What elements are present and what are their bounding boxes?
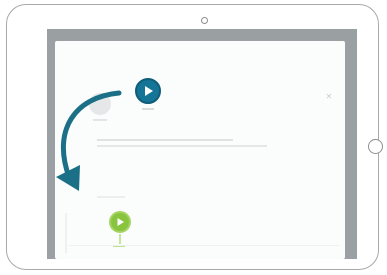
status-bar [47,29,357,39]
tutorial-canvas: ✕ [0,0,387,275]
avatar-caption [93,119,107,121]
tablet-frame: ✕ [6,4,383,270]
close-icon[interactable]: ✕ [325,93,333,101]
home-button[interactable] [368,139,383,154]
description-line [97,196,125,198]
play-button[interactable] [135,78,161,104]
play-icon [117,218,124,226]
dialog-panel: ✕ [55,41,345,259]
description-line [97,139,233,141]
tablet-screen: ✕ [47,29,357,259]
timeline-rail [65,213,67,253]
avatar [89,93,111,115]
target-play-button[interactable] [109,211,131,233]
target-stem [119,234,121,244]
play-button-caption [142,108,154,110]
front-camera [201,17,208,24]
divider [69,245,339,246]
play-icon [145,86,153,96]
description-line [97,145,267,147]
